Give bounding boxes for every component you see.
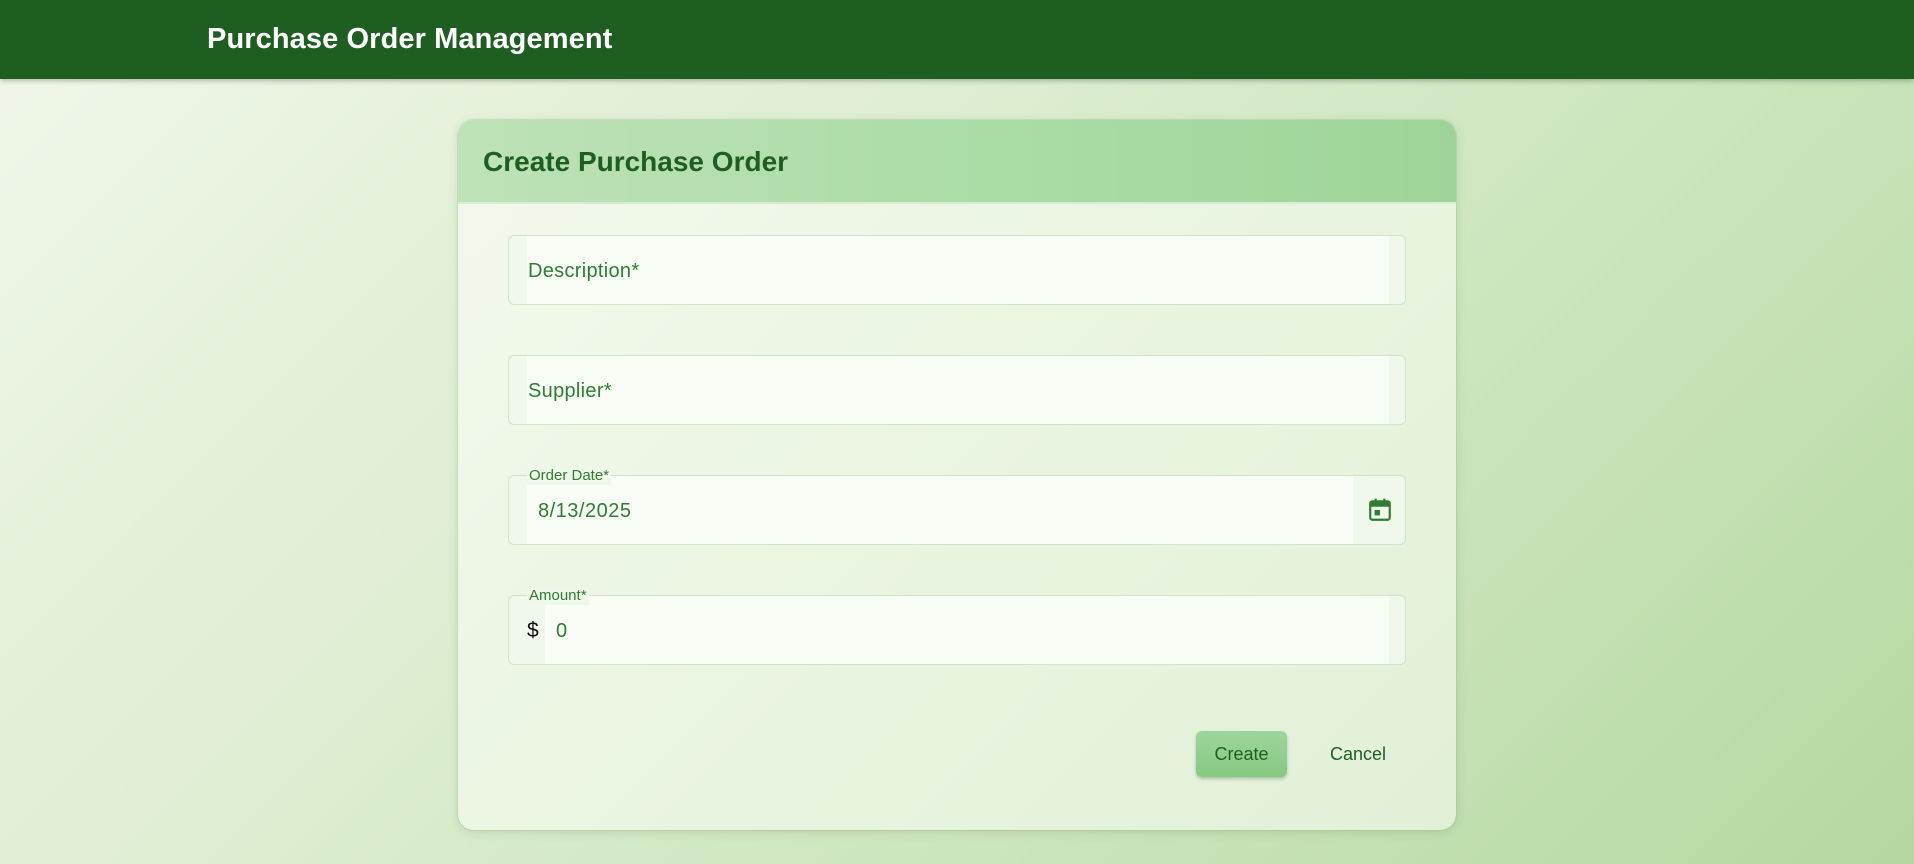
create-button[interactable]: Create [1196,731,1287,777]
order-date-field[interactable]: Order Date* 8/13/2025 [508,467,1406,545]
description-field[interactable]: Description* [508,235,1406,305]
amount-value: 0 [556,620,568,642]
app-title: Purchase Order Management [207,23,613,55]
app-bar: Purchase Order Management [0,0,1914,79]
description-label: Description* [528,260,640,282]
order-date-input-area[interactable] [527,476,1353,544]
cancel-button[interactable]: Cancel [1318,731,1398,777]
supplier-input-area[interactable] [527,356,1389,424]
supplier-field[interactable]: Supplier* [508,355,1406,425]
order-date-value: 8/13/2025 [538,500,632,522]
currency-prefix: $ [527,619,539,642]
create-purchase-order-card: Create Purchase Order Description* Suppl… [458,120,1456,830]
form-title: Create Purchase Order [483,146,789,177]
card-header: Create Purchase Order [458,120,1456,204]
amount-field[interactable]: Amount* $ 0 [508,587,1406,665]
amount-input-area[interactable] [545,596,1389,664]
calendar-icon[interactable] [1367,497,1393,523]
description-input-area[interactable] [527,236,1389,304]
supplier-label: Supplier* [528,380,612,402]
